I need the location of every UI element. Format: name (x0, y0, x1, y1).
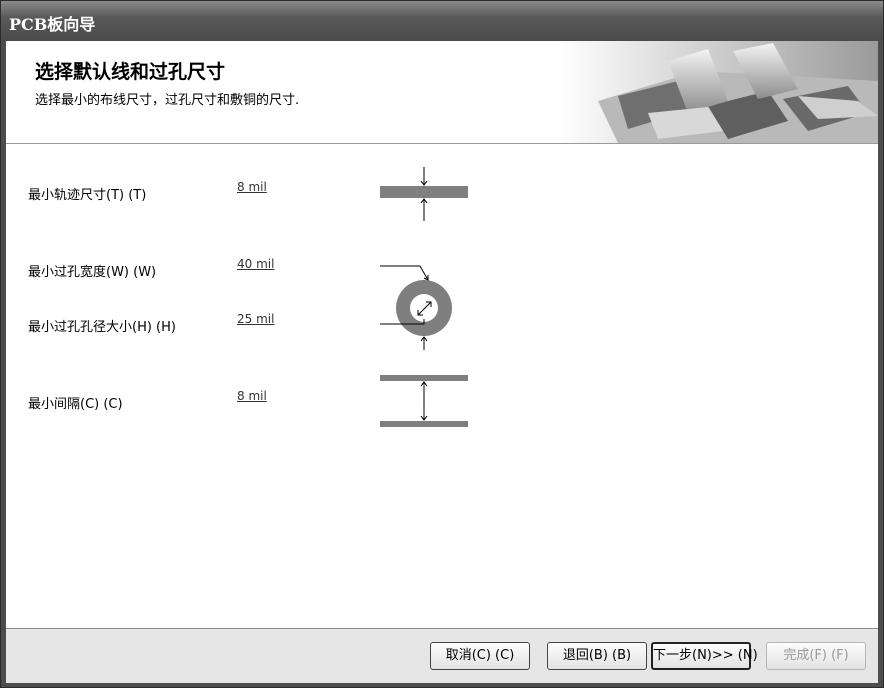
window-frame-right (878, 41, 883, 687)
min-track-size-field[interactable]: 8 mil (237, 180, 267, 194)
dimension-diagram (380, 167, 468, 427)
wizard-footer: 取消(C) (C) 退回(B) (B) 下一步(N)>> (N) 完成(F) (… (6, 628, 878, 683)
cancel-button[interactable]: 取消(C) (C) (430, 642, 530, 670)
title-bar[interactable]: PCB板向导 (1, 1, 883, 41)
wizard-content: 最小轨迹尺寸(T) (T) 8 mil 最小过孔宽度(W) (W) 40 mil… (6, 144, 878, 627)
wizard-header: 选择默认线和过孔尺寸 选择最小的布线尺寸，过孔尺寸和敷铜的尺寸. (6, 41, 878, 144)
min-via-hole-size-label: 最小过孔孔径大小(H) (H) (28, 320, 176, 335)
next-button[interactable]: 下一步(N)>> (N) (651, 642, 758, 670)
back-button[interactable]: 退回(B) (B) (547, 642, 647, 670)
page-title: 选择默认线和过孔尺寸 (35, 61, 226, 83)
pcb-banner-image (558, 41, 878, 143)
finish-button[interactable]: 完成(F) (F) (766, 642, 866, 670)
min-via-width-field[interactable]: 40 mil (237, 257, 274, 271)
min-via-width-label: 最小过孔宽度(W) (W) (28, 265, 157, 280)
min-clearance-label: 最小间隔(C) (C) (28, 397, 123, 412)
min-track-size-label: 最小轨迹尺寸(T) (T) (28, 188, 147, 203)
page-subtitle: 选择最小的布线尺寸，过孔尺寸和敷铜的尺寸. (35, 93, 300, 108)
clearance-diagram (380, 375, 468, 427)
pcb-wizard-window: PCB板向导 选择默认线和过孔尺寸 选择最小的布线尺寸，过孔尺寸和敷铜的尺寸. (0, 0, 884, 688)
window-title: PCB板向导 (9, 15, 96, 34)
min-clearance-field[interactable]: 8 mil (237, 389, 267, 403)
track-width-diagram (380, 167, 468, 221)
min-via-hole-size-field[interactable]: 25 mil (237, 312, 274, 326)
via-diagram (380, 265, 452, 350)
